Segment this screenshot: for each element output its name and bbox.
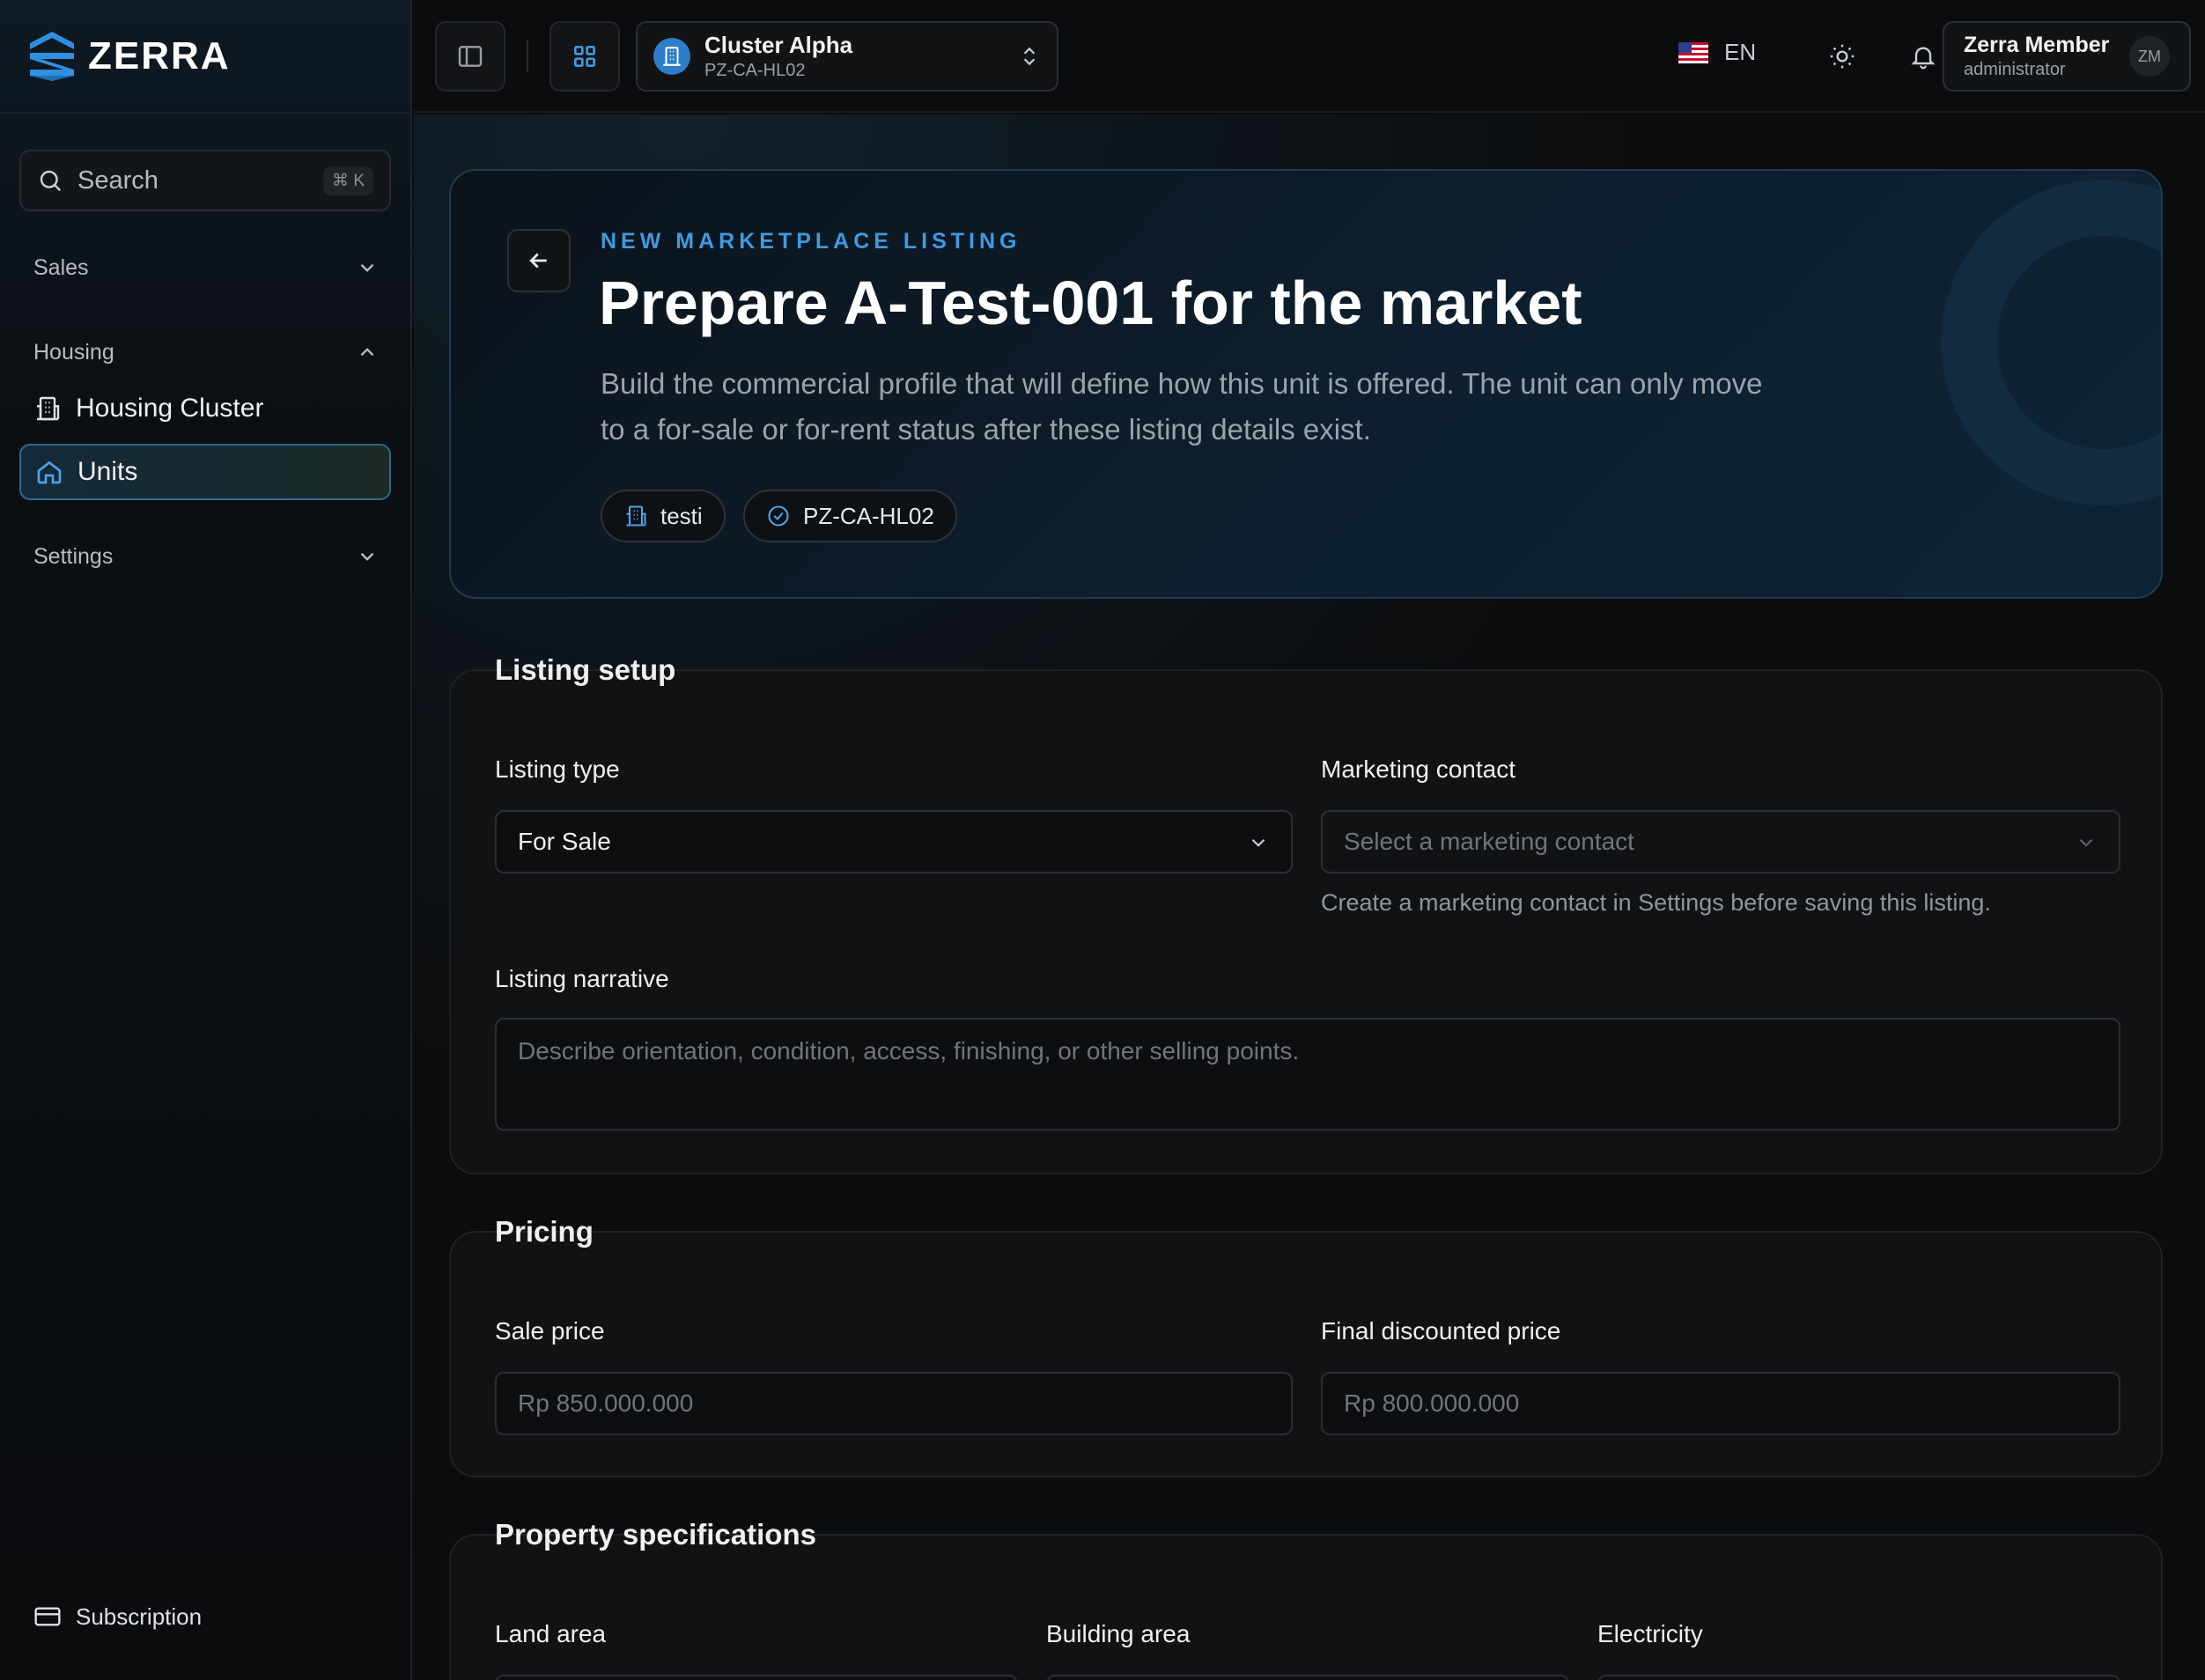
marketing-contact-hint: Create a marketing contact in Settings b… — [1321, 889, 1991, 916]
sidebar: ZERRA Search ⌘ K Sales Housing Housing C… — [0, 0, 412, 1680]
language-switcher[interactable]: EN — [1678, 39, 1756, 66]
sidebar-item-label: Units — [77, 457, 138, 486]
sidebar-section-settings[interactable]: Settings — [33, 539, 379, 574]
notifications-button[interactable] — [1897, 30, 1950, 83]
listing-type-value: For Sale — [518, 828, 611, 855]
marketing-contact-placeholder: Select a marketing contact — [1344, 828, 1634, 855]
bell-icon — [1911, 47, 1936, 70]
avatar: ZM — [2129, 36, 2170, 77]
zerra-logo-icon — [30, 32, 74, 81]
listing-type-select[interactable]: For Sale — [495, 810, 1293, 873]
toolbar-divider — [527, 41, 528, 72]
land-area-input[interactable] — [495, 1675, 1018, 1680]
hero-description: Build the commercial profile that will d… — [601, 367, 1763, 446]
chevron-down-icon — [1251, 838, 1265, 847]
listing-setup-card: Listing setup Listing type For Sale Mark… — [449, 653, 2163, 1175]
apps-grid-button[interactable] — [549, 21, 620, 92]
property-specifications-title: Property specifications — [495, 1518, 816, 1551]
sidebar-section-sales[interactable]: Sales — [33, 250, 379, 285]
user-name: Zerra Member — [1964, 33, 2110, 57]
grid-icon — [574, 45, 595, 67]
chip-label: testi — [660, 502, 703, 529]
marketing-contact-select[interactable]: Select a marketing contact — [1321, 810, 2120, 873]
electricity-label: Electricity — [1597, 1620, 1703, 1647]
final-price-label: Final discounted price — [1321, 1317, 1561, 1345]
chip-label: PZ-CA-HL02 — [803, 502, 934, 529]
cluster-avatar — [653, 38, 690, 75]
code-chip: PZ-CA-HL02 — [743, 490, 957, 542]
cluster-name: Cluster Alpha — [704, 32, 853, 58]
back-button[interactable] — [507, 229, 571, 292]
brand-divider — [0, 112, 412, 114]
building-icon — [626, 505, 646, 527]
sale-price-input[interactable]: Rp 850.000.000 — [495, 1372, 1293, 1435]
hero-panel: NEW MARKETPLACE LISTING Prepare A-Test-0… — [449, 169, 2163, 599]
listing-type-label: Listing type — [495, 755, 620, 783]
building-icon — [37, 396, 60, 421]
user-menu[interactable]: Zerra Member administrator ZM — [1943, 21, 2191, 92]
chevron-down-icon — [360, 263, 374, 272]
home-icon — [37, 461, 62, 484]
chevron-down-icon — [2079, 838, 2093, 847]
section-label: Sales — [33, 254, 89, 280]
building-area-label: Building area — [1046, 1620, 1191, 1647]
land-area-label: Land area — [495, 1620, 607, 1647]
theme-toggle-button[interactable] — [1816, 30, 1869, 83]
final-price-placeholder: Rp 800.000.000 — [1344, 1389, 1520, 1417]
building-area-input[interactable] — [1046, 1675, 1569, 1680]
hero-eyebrow: NEW MARKETPLACE LISTING — [601, 229, 1021, 254]
pricing-card: Pricing Sale price Rp 850.000.000 Final … — [449, 1215, 2163, 1477]
sidebar-toggle-icon — [458, 46, 483, 67]
cluster-switcher[interactable]: Cluster Alpha PZ-CA-HL02 — [636, 21, 1058, 92]
sidebar-item-subscription[interactable]: Subscription — [33, 1603, 202, 1631]
top-bar: Cluster Alpha PZ-CA-HL02 EN Zerra Member… — [414, 0, 2205, 113]
electricity-input[interactable] — [1597, 1675, 2120, 1680]
building-icon — [663, 47, 681, 66]
sale-price-label: Sale price — [495, 1317, 605, 1345]
user-role: administrator — [1964, 60, 2066, 79]
section-label: Housing — [33, 339, 114, 365]
toggle-sidebar-button[interactable] — [435, 21, 505, 92]
search-shortcut: ⌘ K — [323, 166, 373, 195]
chevron-down-icon — [360, 552, 374, 561]
brand[interactable]: ZERRA — [28, 28, 231, 85]
marketing-contact-label: Marketing contact — [1321, 755, 1515, 783]
property-specifications-card: Property specifications Land area Buildi… — [449, 1518, 2163, 1680]
listing-setup-title: Listing setup — [495, 653, 676, 686]
sidebar-item-housing-cluster[interactable]: Housing Cluster — [19, 380, 391, 437]
cluster-chip: testi — [601, 490, 726, 542]
brand-name: ZERRA — [88, 34, 231, 77]
credit-card-icon — [34, 1607, 61, 1626]
arrow-left-icon — [529, 253, 547, 269]
cluster-code: PZ-CA-HL02 — [704, 61, 806, 80]
chevrons-up-down-icon — [1023, 47, 1036, 66]
search-icon — [40, 170, 62, 192]
sidebar-item-units[interactable]: Units — [19, 444, 391, 500]
listing-narrative-textarea[interactable]: Describe orientation, condition, access,… — [495, 1018, 2120, 1131]
section-label: Settings — [33, 543, 114, 569]
decorative-ring — [1941, 180, 2161, 505]
sidebar-section-housing[interactable]: Housing — [33, 335, 379, 370]
search-label: Search — [77, 166, 159, 195]
language-code: EN — [1724, 39, 1757, 65]
search-input[interactable]: Search ⌘ K — [19, 150, 391, 211]
sun-icon — [1830, 44, 1855, 69]
sidebar-item-label: Housing Cluster — [76, 394, 264, 423]
page-title: Prepare A-Test-001 for the market — [599, 269, 1582, 337]
final-price-input[interactable]: Rp 800.000.000 — [1321, 1372, 2120, 1435]
check-badge-icon — [768, 505, 789, 527]
listing-narrative-label: Listing narrative — [495, 965, 669, 992]
chevron-up-icon — [360, 348, 374, 357]
sidebar-item-label: Subscription — [76, 1603, 203, 1630]
sale-price-placeholder: Rp 850.000.000 — [518, 1389, 694, 1417]
us-flag-icon — [1678, 41, 1708, 63]
listing-narrative-placeholder: Describe orientation, condition, access,… — [518, 1037, 1300, 1065]
pricing-title: Pricing — [495, 1215, 594, 1248]
